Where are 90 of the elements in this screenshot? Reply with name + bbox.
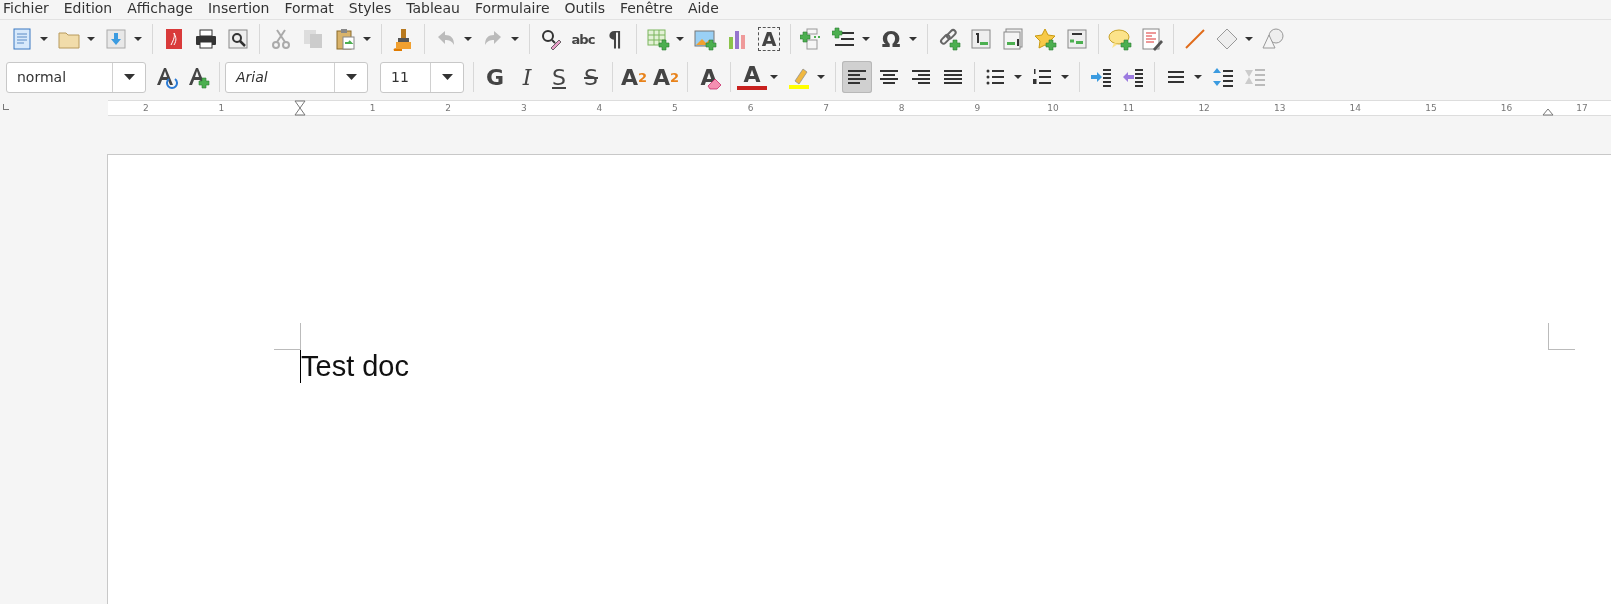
menu-item[interactable]: Tableau [405,0,467,17]
caret-icon [862,37,870,41]
menu-item[interactable]: Format [283,0,341,17]
caret-icon [87,37,95,41]
strikethrough-button[interactable]: S [576,61,606,93]
document-icon [10,27,34,51]
formatting-marks-button[interactable]: ¶ [600,23,630,55]
caret-icon [345,74,357,80]
ruler-number: 16 [1499,103,1514,113]
italic-button[interactable]: I [512,61,542,93]
tab-stop-icon[interactable] [3,104,9,110]
caret-icon [770,75,778,79]
underline-button[interactable]: S [544,61,574,93]
style-update-icon [154,65,178,89]
caret-icon [1194,75,1202,79]
ruler-number: 14 [1348,103,1362,113]
menu-item[interactable]: Edition [62,0,120,17]
menu-item[interactable]: Fichier [2,0,56,17]
ruler-number: 2 [141,103,150,113]
ruler-number: 3 [519,103,528,113]
table-icon [646,27,670,51]
indent-marker-icon [294,100,306,116]
shapes-icon [1262,27,1286,51]
ruler-number: 12 [1197,103,1211,113]
caret-icon [511,37,519,41]
caret-icon [40,37,48,41]
magnifier-pencil-icon [539,27,563,51]
footnote-icon [969,27,993,51]
endnote-icon [1001,27,1025,51]
ruler-number: 5 [671,103,679,113]
ruler-number: 1 [217,103,226,113]
ruler-number: 2 [444,103,453,113]
ruler-number: 11 [1121,103,1136,113]
download-icon [104,27,128,51]
caret-icon [441,74,453,80]
ruler-number: 8 [897,103,906,113]
scissors-icon [269,27,293,51]
line-icon [1183,27,1207,51]
clipboard-icon [333,27,357,51]
chain-link-icon [937,27,961,51]
copy-icon [301,27,325,51]
caret-icon [1014,75,1022,79]
menu-item[interactable]: Insertion [207,0,277,17]
diamond-icon [1215,27,1239,51]
align-left-button[interactable] [842,61,872,93]
ruler-number: 4 [595,103,604,113]
caret-icon [123,74,135,80]
caret-icon [817,75,825,79]
ruler-number: 9 [973,103,982,113]
text-boundary-corner [1548,323,1575,350]
font-name-dropdown[interactable]: Arial [225,61,368,93]
caret-icon [363,37,371,41]
star-icon [1033,27,1057,51]
ruler-number: 15 [1424,103,1438,113]
document-pencil-icon [1140,27,1164,51]
caret-icon [676,37,684,41]
paragraph-style-dropdown[interactable]: normal [6,61,146,93]
ruler-number: 13 [1272,103,1287,113]
caret-icon [134,37,142,41]
printer-icon [194,27,218,51]
caret-icon [464,37,472,41]
margin-marker-icon [1542,108,1554,116]
menu-item[interactable]: Affichage [126,0,200,17]
bold-button[interactable]: G [480,61,510,93]
spelling-button[interactable]: abc [568,23,598,55]
special-character-button[interactable]: Ω [876,23,906,55]
caret-icon [1061,75,1069,79]
caret-icon [1245,37,1253,41]
font-size-dropdown[interactable]: 11 [380,61,464,93]
document-text[interactable]: Test doc [300,349,409,383]
new-style-icon [186,65,210,89]
ruler[interactable]: 2 1 1 2 3 4 5 6 7 8 9 10 11 12 13 14 15 16 17 [108,100,1611,116]
ruler-number: 6 [746,103,755,113]
speech-bubble-icon [1108,27,1132,51]
ruler-number: 7 [822,103,830,113]
font-color-button[interactable]: A [737,64,767,90]
menu-item[interactable]: Aide [686,0,726,17]
magnifier-icon [226,27,250,51]
picture-icon [693,27,717,51]
ruler-number: 17 [1575,103,1589,113]
cross-reference-icon [1065,27,1089,51]
text-boundary-corner [274,323,301,350]
menu-item[interactable]: Fenêtre [618,0,680,17]
superscript-button[interactable]: A$^{2}$ [619,61,649,93]
ruler-number: 1 [368,103,377,113]
ruler-number: 10 [1046,103,1060,113]
menu-item[interactable]: Outils [563,0,612,17]
caret-icon [909,37,917,41]
menu-item[interactable]: Formulaire [473,0,557,17]
menu-item[interactable]: Styles [347,0,399,17]
